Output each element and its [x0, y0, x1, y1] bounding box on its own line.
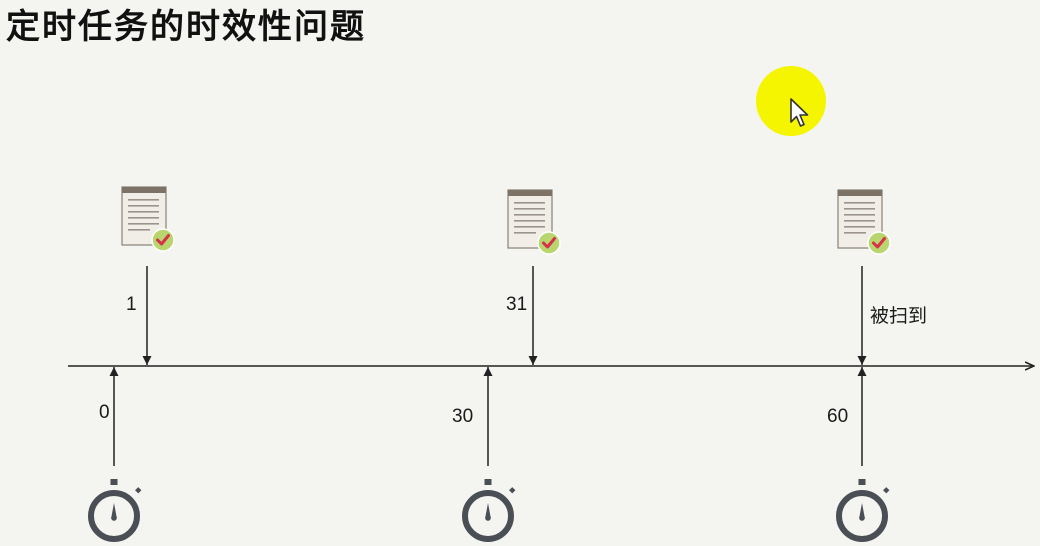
task-label: 1: [126, 294, 137, 315]
stopwatch-icon: [462, 479, 516, 542]
stopwatch-icon: [88, 479, 142, 542]
document-check-icon: [837, 189, 891, 255]
document-check-icon: [121, 186, 175, 252]
task-label: 31: [506, 294, 528, 315]
stopwatch-icon: [836, 479, 890, 542]
timer-label: 60: [827, 406, 849, 427]
timeline-lines: [68, 266, 1040, 466]
document-check-icon: [507, 189, 561, 255]
task-label: 被扫到: [870, 306, 928, 327]
timer-label: 0: [99, 402, 110, 423]
timer-label: 30: [452, 406, 474, 427]
slide: 定时任务的时效性问题 1 31 被扫到 0 30 60: [0, 0, 1040, 546]
